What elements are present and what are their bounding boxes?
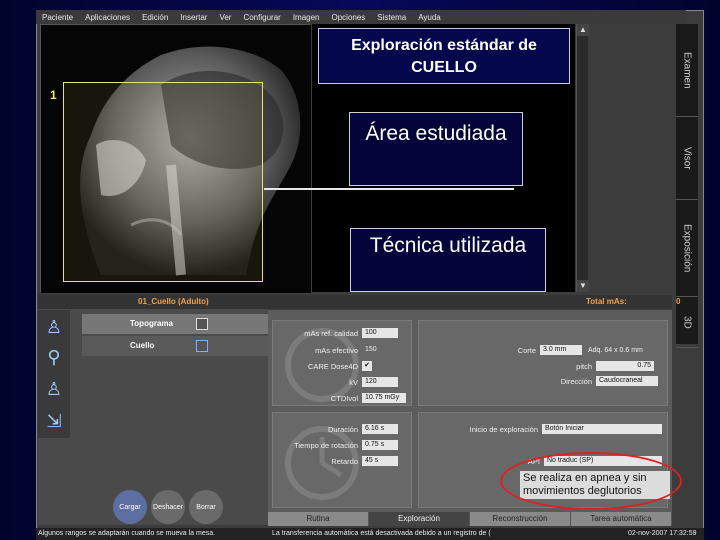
field-value[interactable]: 0.75	[596, 361, 654, 371]
field-direccion: Dirección Caudocraneal	[500, 376, 658, 386]
menu-edicion[interactable]: Edición	[142, 13, 168, 22]
status-middle: La transferencia automática está desacti…	[272, 530, 491, 537]
menu-opciones[interactable]: Opciones	[332, 13, 366, 22]
field-value[interactable]: 0.75 s	[362, 440, 398, 450]
field-value[interactable]: 3.0 mm	[540, 345, 582, 355]
total-mas-label: Total mAs:	[586, 297, 627, 306]
field-value[interactable]: 120	[362, 377, 398, 387]
field-mas-efectivo: mAs efectivo 150	[272, 345, 398, 355]
field-label: CTDIvol	[330, 393, 358, 403]
menu-insertar[interactable]: Insertar	[180, 13, 207, 22]
scan-row-label: Topograma	[130, 319, 173, 328]
menu-imagen[interactable]: Imagen	[293, 13, 320, 22]
tab-rutina[interactable]: Rutina	[268, 512, 369, 526]
field-value: 150	[365, 346, 377, 353]
field-label: Retardo	[331, 456, 358, 466]
menu-ayuda[interactable]: Ayuda	[418, 13, 441, 22]
status-bar: Algunos rangos se adaptarán cuando se mu…	[36, 528, 704, 540]
field-ctdivol: CTDIvol 10.75 mGy	[272, 393, 406, 403]
menu-configurar[interactable]: Configurar	[243, 13, 280, 22]
field-label: Inicio de exploración	[469, 424, 538, 434]
tab-reconstruccion[interactable]: Reconstrucción	[470, 512, 571, 526]
slide-title: Exploración estándar de CUELLO	[318, 28, 570, 84]
tab-exposicion[interactable]: Exposición	[676, 200, 698, 297]
field-value: 6.16 s	[362, 424, 398, 434]
field-kv: kV 120	[272, 377, 398, 387]
cargar-button[interactable]: Cargar	[113, 490, 147, 524]
area-leader-line	[264, 188, 514, 190]
apnea-highlight-oval	[500, 452, 682, 510]
range-marker: 1	[50, 88, 57, 102]
deshacer-button[interactable]: Deshacer	[151, 490, 185, 524]
callout-area-estudiada: Área estudiada	[349, 112, 523, 186]
field-label: Tiempo de rotación	[294, 440, 358, 450]
viewer-scrollbar[interactable]: ▲ ▼	[576, 24, 589, 292]
field-mas-ref: mAs ref. calidad 100	[272, 328, 398, 338]
field-inicio-exploracion: Inicio de exploración Botón Iniciar	[430, 424, 662, 434]
menu-bar: Paciente Aplicaciones Edición Insertar V…	[36, 10, 686, 24]
bottom-tab-bar: Rutina Exploración Reconstrucción Tarea …	[268, 512, 672, 526]
scan-row-label: Cuello	[130, 341, 155, 350]
field-label: mAs ref. calidad	[304, 328, 358, 338]
field-care-dose: CARE Dose4D ✔	[272, 361, 372, 371]
tab-tarea-automatica[interactable]: Tarea automática	[571, 512, 672, 526]
scan-row-checkbox[interactable]	[196, 318, 208, 330]
status-left: Algunos rangos se adaptarán cuando se mu…	[38, 530, 216, 537]
field-value: 10.75 mGy	[362, 393, 406, 403]
menu-ver[interactable]: Ver	[219, 13, 231, 22]
menu-aplicaciones[interactable]: Aplicaciones	[85, 13, 130, 22]
status-datetime: 02-nov-2007 17:32:59	[628, 530, 697, 537]
scan-range-frame[interactable]	[63, 82, 263, 282]
care-dose-checkbox[interactable]: ✔	[362, 361, 372, 371]
field-value[interactable]: 45 s	[362, 456, 398, 466]
total-mas-bar: Total mAs: 0	[268, 295, 680, 309]
field-retardo: Retardo 45 s	[272, 456, 398, 466]
transfer-icon[interactable]: ⇲	[42, 408, 66, 434]
field-label: Corte	[517, 345, 536, 355]
field-value[interactable]: Botón Iniciar	[542, 424, 662, 434]
field-label: mAs efectivo	[315, 345, 358, 355]
protocol-name: 01_Cuello (Adulto)	[38, 295, 268, 309]
patient-icon[interactable]: ♙	[42, 376, 66, 402]
field-tiempo-rotacion: Tiempo de rotación 0.75 s	[272, 440, 398, 450]
field-label: kV	[349, 377, 358, 387]
tab-exploracion[interactable]: Exploración	[369, 512, 470, 526]
field-corte: Corte 3.0 mm Adq. 64 x 0.6 mm	[470, 345, 648, 355]
scan-row-cuello[interactable]: Cuello	[82, 336, 268, 356]
tab-examen[interactable]: Examen	[676, 24, 698, 117]
tab-visor[interactable]: Visor	[676, 117, 698, 200]
borrar-button[interactable]: Borrar	[189, 490, 223, 524]
scroll-down-icon[interactable]: ▼	[577, 280, 589, 292]
field-value[interactable]: Caudocraneal	[596, 376, 658, 386]
acquisition-extra: Adq. 64 x 0.6 mm	[588, 346, 643, 354]
menu-paciente[interactable]: Paciente	[42, 13, 73, 22]
total-mas-value: 0	[676, 297, 681, 306]
callout-tecnica-utilizada: Técnica utilizada	[350, 228, 546, 292]
table-icon[interactable]: ⚲	[42, 344, 66, 370]
scan-row-topograma[interactable]: Topograma	[82, 314, 268, 334]
scan-row-checkbox[interactable]	[196, 340, 208, 352]
field-label: CARE Dose4D	[307, 361, 358, 371]
field-value[interactable]: 100	[362, 328, 398, 338]
scroll-up-icon[interactable]: ▲	[577, 24, 589, 36]
patient-position-icon[interactable]: ♙	[42, 314, 66, 340]
menu-sistema[interactable]: Sistema	[377, 13, 406, 22]
field-pitch: pitch 0.75	[500, 361, 654, 371]
field-label: pitch	[576, 361, 592, 371]
field-label: Dirección	[560, 376, 592, 386]
field-label: Duración	[327, 424, 358, 434]
field-duracion: Duración 6.16 s	[272, 424, 398, 434]
